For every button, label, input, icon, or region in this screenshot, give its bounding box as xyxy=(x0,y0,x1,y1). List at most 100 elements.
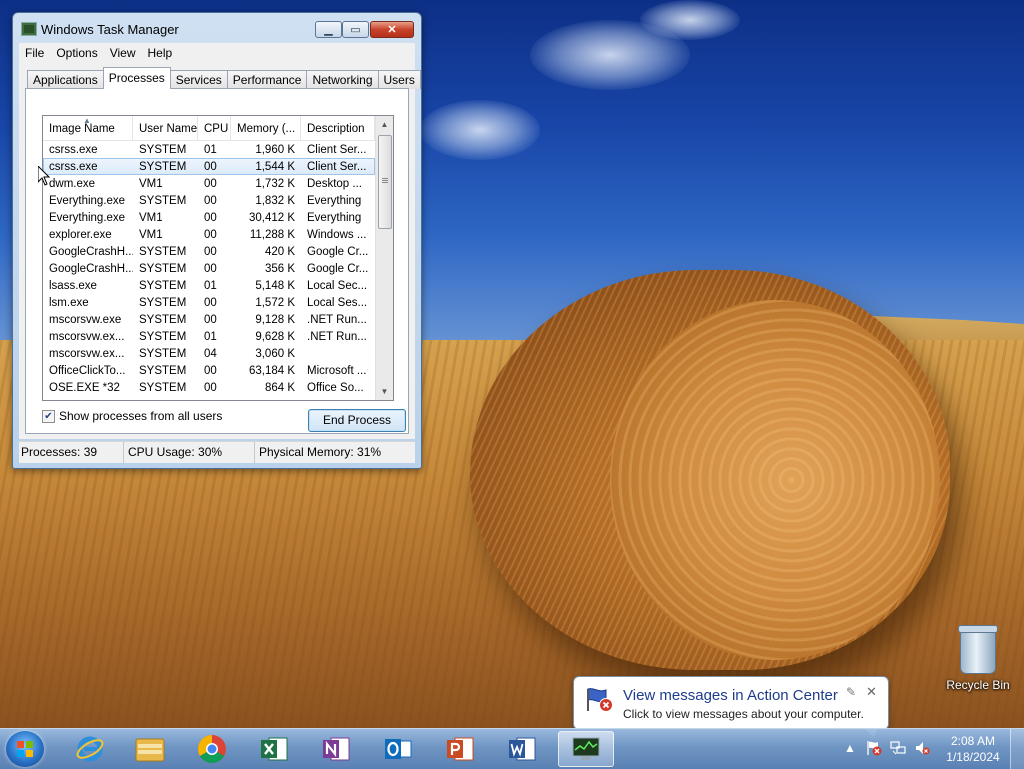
status-cpu-usage: CPU Usage: 30% xyxy=(124,442,255,463)
cell-image-name: lsm.exe xyxy=(49,296,89,309)
cell-user-name: SYSTEM xyxy=(139,194,187,207)
column-user-name[interactable]: User Name xyxy=(133,116,198,140)
cell-cpu: 00 xyxy=(204,160,217,173)
table-row[interactable]: mscorsvw.ex... SYSTEM 04 3,060 K xyxy=(43,345,375,362)
table-row[interactable]: mscorsvw.exe SYSTEM 00 9,128 K .NET Run... xyxy=(43,311,375,328)
start-button[interactable] xyxy=(6,731,44,767)
pin-icon[interactable]: ✎ xyxy=(846,685,856,699)
cell-description: Client Ser... xyxy=(307,143,367,156)
cell-description: Client Ser... xyxy=(307,160,367,173)
task-manager-window: Windows Task Manager ▁ ▭ ✕ File Options … xyxy=(12,12,422,469)
taskbar-file-explorer[interactable] xyxy=(124,731,176,767)
action-center-notification[interactable]: View messages in Action Center Click to … xyxy=(573,676,889,738)
taskbar-excel[interactable] xyxy=(248,731,300,767)
table-row[interactable]: dwm.exe VM1 00 1,732 K Desktop ... xyxy=(43,175,375,192)
close-button[interactable]: ✕ xyxy=(370,21,414,38)
maximize-button[interactable]: ▭ xyxy=(342,21,369,38)
table-row[interactable]: explorer.exe VM1 00 11,288 K Windows ... xyxy=(43,226,375,243)
status-bar: Processes: 39 CPU Usage: 30% Physical Me… xyxy=(19,441,415,463)
cell-description: .NET Run... xyxy=(307,313,367,326)
action-center-flag-icon[interactable] xyxy=(866,740,882,756)
title-bar[interactable]: Windows Task Manager ▁ ▭ ✕ xyxy=(13,13,421,43)
cell-image-name: csrss.exe xyxy=(49,160,98,173)
table-row[interactable]: OfficeClickTo... SYSTEM 00 63,184 K Microsof… xyxy=(43,362,375,379)
word-icon xyxy=(509,737,536,761)
cell-cpu: 01 xyxy=(204,143,217,156)
tab-processes[interactable]: Processes xyxy=(102,67,171,89)
column-description[interactable]: Description xyxy=(301,116,375,140)
menu-file[interactable]: File xyxy=(19,46,50,60)
hay-bale-face xyxy=(610,300,940,660)
taskbar-task-manager[interactable] xyxy=(558,731,614,767)
cell-description: Local Sec... xyxy=(307,279,368,292)
notification-title[interactable]: View messages in Action Center xyxy=(623,687,838,704)
tab-users[interactable]: Users xyxy=(377,70,421,89)
end-process-button[interactable]: End Process xyxy=(308,409,406,432)
table-row[interactable]: mscorsvw.ex... SYSTEM 01 9,628 K .NET Run... xyxy=(43,328,375,345)
cell-memory: 9,128 K xyxy=(255,313,295,326)
desktop-icon-recycle-bin[interactable]: Recycle Bin xyxy=(940,625,1016,692)
cell-image-name: Everything.exe xyxy=(49,211,126,224)
cell-image-name: GoogleCrashH... xyxy=(49,262,133,275)
show-desktop-button[interactable] xyxy=(1010,729,1024,769)
column-image-name[interactable]: ▲ Image Name xyxy=(43,116,133,140)
cell-user-name: VM1 xyxy=(139,228,163,241)
taskbar-onenote[interactable] xyxy=(310,731,362,767)
tab-performance[interactable]: Performance xyxy=(226,70,308,89)
cell-cpu: 00 xyxy=(204,228,217,241)
cloud xyxy=(640,0,740,40)
clock-date: 1/18/2024 xyxy=(946,750,1000,764)
table-row[interactable]: csrss.exe SYSTEM 00 1,544 K Client Ser... xyxy=(43,158,375,175)
vertical-scrollbar[interactable]: ▲ ▼ xyxy=(375,116,393,400)
cell-image-name: OfficeClickTo... xyxy=(49,364,126,377)
cell-image-name: lsass.exe xyxy=(49,279,97,292)
column-memory[interactable]: Memory (... xyxy=(231,116,301,140)
tab-strip: Applications Processes Services Performa… xyxy=(27,67,421,89)
cell-cpu: 00 xyxy=(204,364,217,377)
recycle-bin-icon xyxy=(958,625,998,674)
cell-memory: 1,960 K xyxy=(255,143,295,156)
tab-services[interactable]: Services xyxy=(169,70,228,89)
tab-applications[interactable]: Applications xyxy=(27,70,104,89)
taskbar-outlook[interactable] xyxy=(372,731,424,767)
outlook-icon xyxy=(385,739,412,759)
table-row[interactable]: Everything.exe SYSTEM 00 1,832 K Everything xyxy=(43,192,375,209)
column-cpu[interactable]: CPU xyxy=(198,116,231,140)
cell-image-name: mscorsvw.exe xyxy=(49,313,122,326)
network-icon[interactable] xyxy=(890,740,906,756)
mouse-cursor-icon xyxy=(38,166,50,186)
taskbar-powerpoint[interactable] xyxy=(434,731,486,767)
table-row[interactable]: lsm.exe SYSTEM 00 1,572 K Local Ses... xyxy=(43,294,375,311)
menu-help[interactable]: Help xyxy=(142,46,179,60)
clock-time: 2:08 AM xyxy=(950,734,996,748)
taskbar-chrome[interactable] xyxy=(186,731,238,767)
volume-muted-icon[interactable] xyxy=(914,740,930,756)
scroll-up-icon[interactable]: ▲ xyxy=(376,116,393,133)
grip-icon xyxy=(382,178,388,184)
taskbar: ▲ 2:08 AM 1/18/2024 xyxy=(0,728,1024,769)
cloud xyxy=(420,100,540,160)
cell-image-name: csrss.exe xyxy=(49,143,98,156)
checkbox-checked-icon[interactable]: ✔ xyxy=(42,409,55,423)
show-all-label: Show processes from all users xyxy=(59,409,223,423)
table-row[interactable]: lsass.exe SYSTEM 01 5,148 K Local Sec... xyxy=(43,277,375,294)
scroll-down-icon[interactable]: ▼ xyxy=(376,383,393,400)
table-row[interactable]: OSE.EXE *32 SYSTEM 00 864 K Office So... xyxy=(43,379,375,396)
process-list[interactable]: ▲ Image Name User Name CPU Memory (... D… xyxy=(42,115,394,401)
close-notification-icon[interactable]: ✕ xyxy=(866,684,877,700)
show-all-processes-checkbox[interactable]: ✔ Show processes from all users xyxy=(42,409,222,423)
menu-options[interactable]: Options xyxy=(50,46,103,60)
menu-view[interactable]: View xyxy=(104,46,142,60)
cell-user-name: SYSTEM xyxy=(139,364,187,377)
tab-networking[interactable]: Networking xyxy=(306,70,379,89)
show-hidden-icons-icon[interactable]: ▲ xyxy=(842,740,858,756)
scroll-thumb[interactable] xyxy=(378,135,392,229)
clock[interactable]: 2:08 AM 1/18/2024 xyxy=(940,733,1006,765)
table-row[interactable]: GoogleCrashH... SYSTEM 00 420 K Google Cr... xyxy=(43,243,375,260)
taskbar-word[interactable] xyxy=(496,731,548,767)
taskbar-internet-explorer[interactable] xyxy=(64,731,116,767)
table-row[interactable]: csrss.exe SYSTEM 01 1,960 K Client Ser... xyxy=(43,141,375,158)
minimize-button[interactable]: ▁ xyxy=(315,21,342,38)
table-row[interactable]: GoogleCrashH... SYSTEM 00 356 K Google Cr... xyxy=(43,260,375,277)
table-row[interactable]: Everything.exe VM1 00 30,412 K Everything xyxy=(43,209,375,226)
